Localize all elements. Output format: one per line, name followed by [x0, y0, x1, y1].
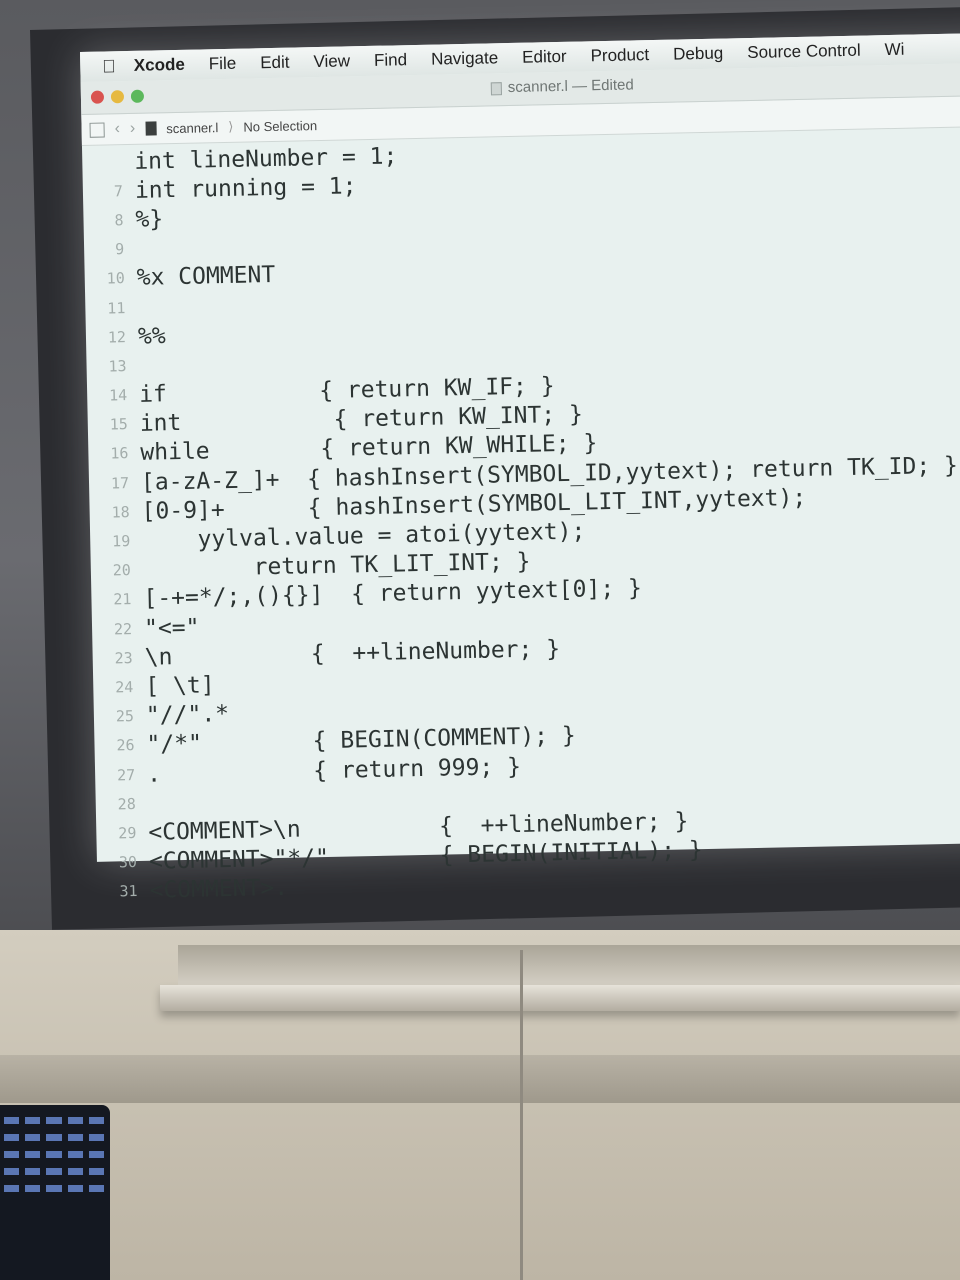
source-editor[interactable]: int lineNumber = 1; 7 int running = 1; 8%} 9… [82, 125, 960, 906]
minimize-window-button[interactable] [110, 90, 125, 104]
line-number: 10 [106, 269, 125, 288]
menu-xcode[interactable]: Xcode [134, 55, 185, 76]
code-text[interactable]: int running = 1; [131, 173, 357, 204]
back-arrow-icon[interactable]: ‹ [114, 120, 120, 138]
code-text[interactable]: %} [131, 206, 163, 233]
menu-source-control[interactable]: Source Control [747, 41, 861, 63]
hanging-cable [520, 950, 523, 1280]
line-number: 23 [114, 648, 133, 668]
line-number: 25 [115, 707, 135, 726]
line-number: 19 [112, 532, 131, 551]
line-number: 18 [111, 502, 130, 522]
code-text[interactable]: %% [134, 323, 166, 350]
code-text[interactable]: %x COMMENT [132, 262, 275, 291]
laptop-screen [0, 1105, 110, 1280]
menu-file[interactable]: File [209, 54, 237, 75]
menu-find[interactable]: Find [374, 50, 407, 71]
code-text[interactable]: [ \t] [141, 672, 215, 700]
code-text[interactable]: "<=" [140, 614, 200, 641]
line-number: 7 [113, 181, 124, 201]
line-number: 15 [109, 415, 128, 434]
line-number: 9 [114, 240, 125, 259]
screen-bottom-rail [178, 945, 960, 989]
laptop-app-icons [4, 1117, 104, 1192]
line-number: 30 [118, 853, 138, 872]
menu-view[interactable]: View [313, 51, 350, 72]
whiteboard-tray [160, 985, 960, 1011]
menu-product[interactable]: Product [590, 45, 649, 66]
code-text[interactable]: <COMMENT>. [145, 875, 288, 904]
line-number: 16 [110, 444, 129, 463]
jump-bar-file[interactable]: scanner.l [166, 120, 218, 136]
window-title: scanner.l — Edited [490, 76, 634, 97]
forward-arrow-icon[interactable]: › [130, 120, 136, 138]
line-number: 11 [107, 298, 126, 318]
code-text[interactable]: "//".* [142, 701, 230, 729]
window-title-text: scanner.l — Edited [507, 76, 634, 97]
line-number: 31 [119, 882, 138, 901]
related-items-icon[interactable] [89, 122, 105, 138]
menu-editor[interactable]: Editor [522, 47, 567, 68]
line-number: 22 [113, 619, 133, 639]
menu-debug[interactable]: Debug [673, 44, 724, 65]
line-number: 28 [117, 794, 136, 814]
line-number: 17 [110, 473, 130, 493]
close-window-button[interactable] [90, 90, 105, 104]
menu-navigate[interactable]: Navigate [431, 48, 499, 69]
line-number: 12 [107, 327, 127, 347]
jump-bar-selection[interactable]: No Selection [243, 118, 317, 135]
line-number: 13 [108, 357, 127, 376]
line-number: 14 [108, 386, 128, 405]
zoom-window-button[interactable] [130, 89, 145, 103]
line-number [82, 162, 130, 163]
document-icon [490, 81, 502, 95]
menu-window[interactable]: Wi [884, 40, 904, 60]
line-number: 8 [114, 211, 124, 230]
code-text[interactable]: int lineNumber = 1; [130, 143, 398, 175]
line-number: 26 [116, 736, 135, 755]
xcode-window:  Xcode File Edit View Find Navigate Edi… [80, 31, 960, 904]
line-number: 20 [112, 561, 132, 580]
line-number: 21 [113, 590, 132, 609]
line-number: 24 [115, 677, 134, 697]
menu-edit[interactable]: Edit [260, 53, 290, 74]
wall-ledge [0, 1055, 960, 1103]
line-number: 29 [118, 823, 137, 843]
file-icon [145, 121, 157, 136]
apple-logo-icon[interactable]:  [102, 56, 116, 77]
breadcrumb-separator: ⟩ [228, 118, 234, 134]
line-number: 27 [116, 765, 136, 784]
